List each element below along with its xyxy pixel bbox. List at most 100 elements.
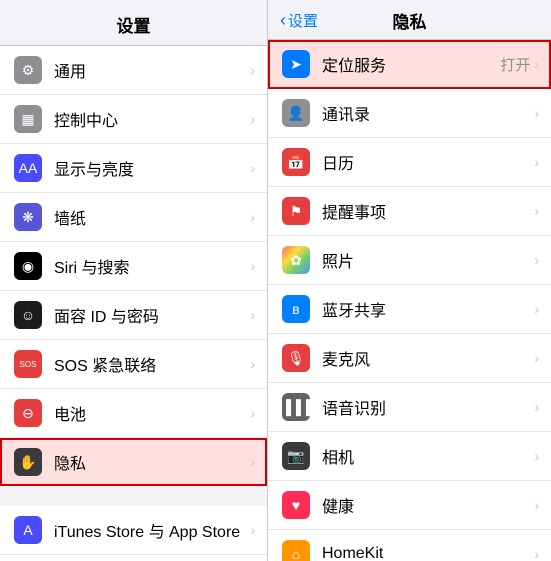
display-icon: AA (14, 154, 42, 182)
speech-privacy-icon: ▐▐▐ (282, 393, 310, 421)
bluetooth-privacy-chevron-icon: › (534, 301, 539, 317)
settings-item-faceid[interactable]: ☺ 面容 ID 与密码› (0, 291, 267, 340)
camera-privacy-icon: 📷 (282, 442, 310, 470)
control-icon: ▦ (14, 105, 42, 133)
settings-item-display[interactable]: AA 显示与亮度› (0, 144, 267, 193)
settings-item-siri[interactable]: ◉ Siri 与搜索› (0, 242, 267, 291)
calendar-privacy-icon: 📅 (282, 148, 310, 176)
siri-label: Siri 与搜索 (54, 254, 250, 278)
settings-item-privacy[interactable]: ✋ 隐私› (0, 438, 267, 486)
privacy-item-microphone[interactable]: 🎙 麦克风› (268, 334, 551, 383)
sos-chevron-icon: › (250, 356, 255, 372)
faceid-icon: ☺ (14, 301, 42, 329)
location-privacy-label: 定位服务 (322, 52, 500, 76)
wallpaper-label: 墙纸 (54, 205, 250, 229)
settings-item-battery[interactable]: ⊖ 电池› (0, 389, 267, 438)
speech-privacy-chevron-icon: › (534, 399, 539, 415)
right-title: 隐私 (393, 8, 427, 33)
camera-privacy-chevron-icon: › (534, 448, 539, 464)
location-status: 打开 (500, 54, 530, 75)
location-privacy-icon: ➤ (282, 50, 310, 78)
general-label: 通用 (54, 58, 250, 82)
camera-privacy-label: 相机 (322, 444, 534, 468)
right-header: ‹ 设置 隐私 (268, 0, 551, 40)
itunes-label: iTunes Store 与 App Store (54, 518, 250, 542)
control-chevron-icon: › (250, 111, 255, 127)
privacy-list: ➤定位服务打开›👤通讯录›📅日历›⚑提醒事项›✿照片›ʙ蓝牙共享›🎙麦克风›▐▐… (268, 40, 551, 561)
privacy-item-photos[interactable]: ✿ 照片› (268, 236, 551, 285)
back-button[interactable]: ‹ 设置 (280, 10, 318, 31)
general-chevron-icon: › (250, 62, 255, 78)
reminders-privacy-chevron-icon: › (534, 203, 539, 219)
battery-icon: ⊖ (14, 399, 42, 427)
wallpaper-icon: ❋ (14, 203, 42, 231)
settings-group-2: AiTunes Store 与 App Store›▤钱包与 Apple Pay… (0, 506, 267, 561)
microphone-privacy-label: 麦克风 (322, 346, 534, 370)
health-privacy-chevron-icon: › (534, 497, 539, 513)
location-privacy-chevron-icon: › (534, 56, 539, 72)
itunes-icon: A (14, 516, 42, 544)
privacy-item-location[interactable]: ➤ 定位服务打开› (268, 40, 551, 89)
privacy-item-camera[interactable]: 📷 相机› (268, 432, 551, 481)
privacy-label: 隐私 (54, 450, 250, 474)
homekit-privacy-label: HomeKit (322, 545, 534, 561)
sos-icon: SOS (14, 350, 42, 378)
microphone-privacy-icon: 🎙 (282, 344, 310, 372)
itunes-chevron-icon: › (250, 522, 255, 538)
privacy-icon: ✋ (14, 448, 42, 476)
group-separator-1 (0, 486, 267, 506)
control-label: 控制中心 (54, 107, 250, 131)
settings-item-wallet[interactable]: ▤钱包与 Apple Pay› (0, 555, 267, 561)
settings-item-general[interactable]: ⚙ 通用› (0, 46, 267, 95)
left-panel: 设置 ⚙通用›▦控制中心›AA显示与亮度›❋墙纸›◉Siri 与搜索›☺面容 I… (0, 0, 268, 561)
contacts-privacy-icon: 👤 (282, 99, 310, 127)
faceid-chevron-icon: › (250, 307, 255, 323)
health-privacy-icon: ♥ (282, 491, 310, 519)
left-title: 设置 (117, 17, 151, 36)
privacy-chevron-icon: › (250, 454, 255, 470)
bluetooth-privacy-icon: ʙ (282, 295, 310, 323)
settings-group-1: ⚙通用›▦控制中心›AA显示与亮度›❋墙纸›◉Siri 与搜索›☺面容 ID 与… (0, 46, 267, 486)
back-label: 设置 (288, 10, 318, 31)
display-chevron-icon: › (250, 160, 255, 176)
privacy-item-homekit[interactable]: ⌂ HomeKit› (268, 530, 551, 561)
privacy-item-contacts[interactable]: 👤 通讯录› (268, 89, 551, 138)
privacy-item-reminders[interactable]: ⚑ 提醒事项› (268, 187, 551, 236)
battery-label: 电池 (54, 401, 250, 425)
homekit-privacy-icon: ⌂ (282, 540, 310, 561)
privacy-item-calendar[interactable]: 📅 日历› (268, 138, 551, 187)
settings-item-control[interactable]: ▦ 控制中心› (0, 95, 267, 144)
contacts-privacy-chevron-icon: › (534, 105, 539, 121)
siri-chevron-icon: › (250, 258, 255, 274)
right-panel: ‹ 设置 隐私 ➤定位服务打开›👤通讯录›📅日历›⚑提醒事项›✿照片›ʙ蓝牙共享… (268, 0, 551, 561)
microphone-privacy-chevron-icon: › (534, 350, 539, 366)
health-privacy-label: 健康 (322, 493, 534, 517)
reminders-privacy-label: 提醒事项 (322, 199, 534, 223)
battery-chevron-icon: › (250, 405, 255, 421)
siri-icon: ◉ (14, 252, 42, 280)
calendar-privacy-label: 日历 (322, 150, 534, 174)
privacy-item-speech[interactable]: ▐▐▐语音识别› (268, 383, 551, 432)
sos-label: SOS 紧急联络 (54, 352, 250, 376)
settings-list: ⚙通用›▦控制中心›AA显示与亮度›❋墙纸›◉Siri 与搜索›☺面容 ID 与… (0, 46, 267, 561)
settings-item-sos[interactable]: SOS SOS 紧急联络› (0, 340, 267, 389)
reminders-privacy-icon: ⚑ (282, 197, 310, 225)
settings-item-itunes[interactable]: AiTunes Store 与 App Store› (0, 506, 267, 555)
wallpaper-chevron-icon: › (250, 209, 255, 225)
homekit-privacy-chevron-icon: › (534, 546, 539, 561)
privacy-group: ➤定位服务打开›👤通讯录›📅日历›⚑提醒事项›✿照片›ʙ蓝牙共享›🎙麦克风›▐▐… (268, 40, 551, 561)
faceid-label: 面容 ID 与密码 (54, 303, 250, 327)
back-chevron-icon: ‹ (280, 10, 286, 31)
privacy-item-bluetooth[interactable]: ʙ 蓝牙共享› (268, 285, 551, 334)
general-icon: ⚙ (14, 56, 42, 84)
bluetooth-privacy-label: 蓝牙共享 (322, 297, 534, 321)
privacy-item-health[interactable]: ♥ 健康› (268, 481, 551, 530)
photos-privacy-icon: ✿ (282, 246, 310, 274)
photos-privacy-label: 照片 (322, 248, 534, 272)
settings-item-wallpaper[interactable]: ❋ 墙纸› (0, 193, 267, 242)
left-panel-header: 设置 (0, 0, 267, 46)
calendar-privacy-chevron-icon: › (534, 154, 539, 170)
photos-privacy-chevron-icon: › (534, 252, 539, 268)
display-label: 显示与亮度 (54, 156, 250, 180)
contacts-privacy-label: 通讯录 (322, 101, 534, 125)
